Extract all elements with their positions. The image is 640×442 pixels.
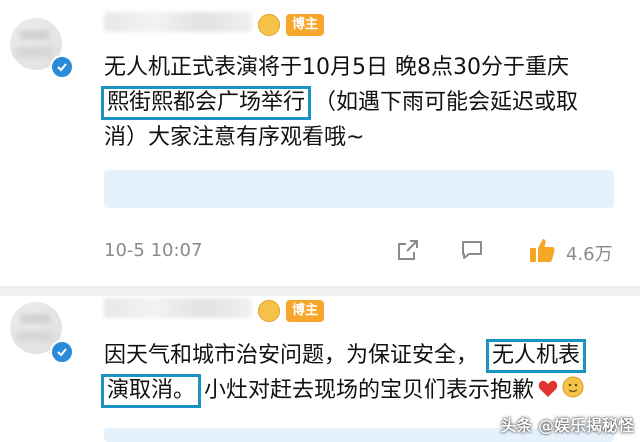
post-line: 熙街熙都会广场举行 （如遇下雨可能会延迟或取 xyxy=(101,85,579,120)
watermark: 头条 @娱乐揭秘怪 xyxy=(500,416,634,435)
post-line: 消）大家注意有序观看哦~ xyxy=(104,120,578,155)
text-segment: 消）大家注意有序观看哦~ xyxy=(104,125,365,150)
comment-icon[interactable] xyxy=(458,236,486,264)
share-icon[interactable] xyxy=(394,236,422,264)
post-timestamp: 10-5 10:07 xyxy=(104,240,203,261)
text-segment: （如遇下雨可能会延迟或取 xyxy=(314,90,579,115)
like-count: 4.6万 xyxy=(566,244,613,265)
heart-emoji-icon xyxy=(538,374,558,409)
post-divider xyxy=(0,286,640,296)
like-icon[interactable] xyxy=(526,234,558,266)
text-segment: 因天气和城市治安问题，为保证安全， xyxy=(104,343,479,368)
emoji-badge-icon xyxy=(258,14,280,36)
highlighted-location: 熙街熙都会广场举行 xyxy=(101,86,312,120)
username-blurred[interactable] xyxy=(104,298,252,318)
blogger-badge: 博主 xyxy=(286,300,325,322)
hug-emoji-icon xyxy=(562,374,584,409)
post-line: 演取消。 小灶对赶去现场的宝贝们表示抱歉 xyxy=(101,373,584,409)
post-body: 无人机正式表演将于10月5日 晚8点30分于重庆 熙街熙都会广场举行 （如遇下雨可… xyxy=(101,50,579,155)
verified-icon xyxy=(50,55,74,79)
highlighted-cancel-notice: 演取消。 xyxy=(101,374,202,408)
highlighted-cancel-notice: 无人机表 xyxy=(486,339,587,373)
blogger-badge: 博主 xyxy=(286,14,325,36)
post-line: 无人机正式表演将于10月5日 晚8点30分于重庆 xyxy=(104,50,578,85)
link-card-placeholder[interactable] xyxy=(104,170,614,208)
username-blurred[interactable] xyxy=(104,12,252,32)
post-body: 因天气和城市治安问题，为保证安全， 无人机表 演取消。 小灶对赶去现场的宝贝们表示抱… xyxy=(101,338,587,409)
post-line: 因天气和城市治安问题，为保证安全， 无人机表 xyxy=(104,338,587,373)
emoji-badge-icon xyxy=(258,300,280,322)
text-segment: 无人机正式表演将于10月5日 晚8点30分于重庆 xyxy=(104,55,569,80)
text-segment: 小灶对赶去现场的宝贝们表示抱歉 xyxy=(204,378,535,403)
verified-icon xyxy=(50,340,74,364)
